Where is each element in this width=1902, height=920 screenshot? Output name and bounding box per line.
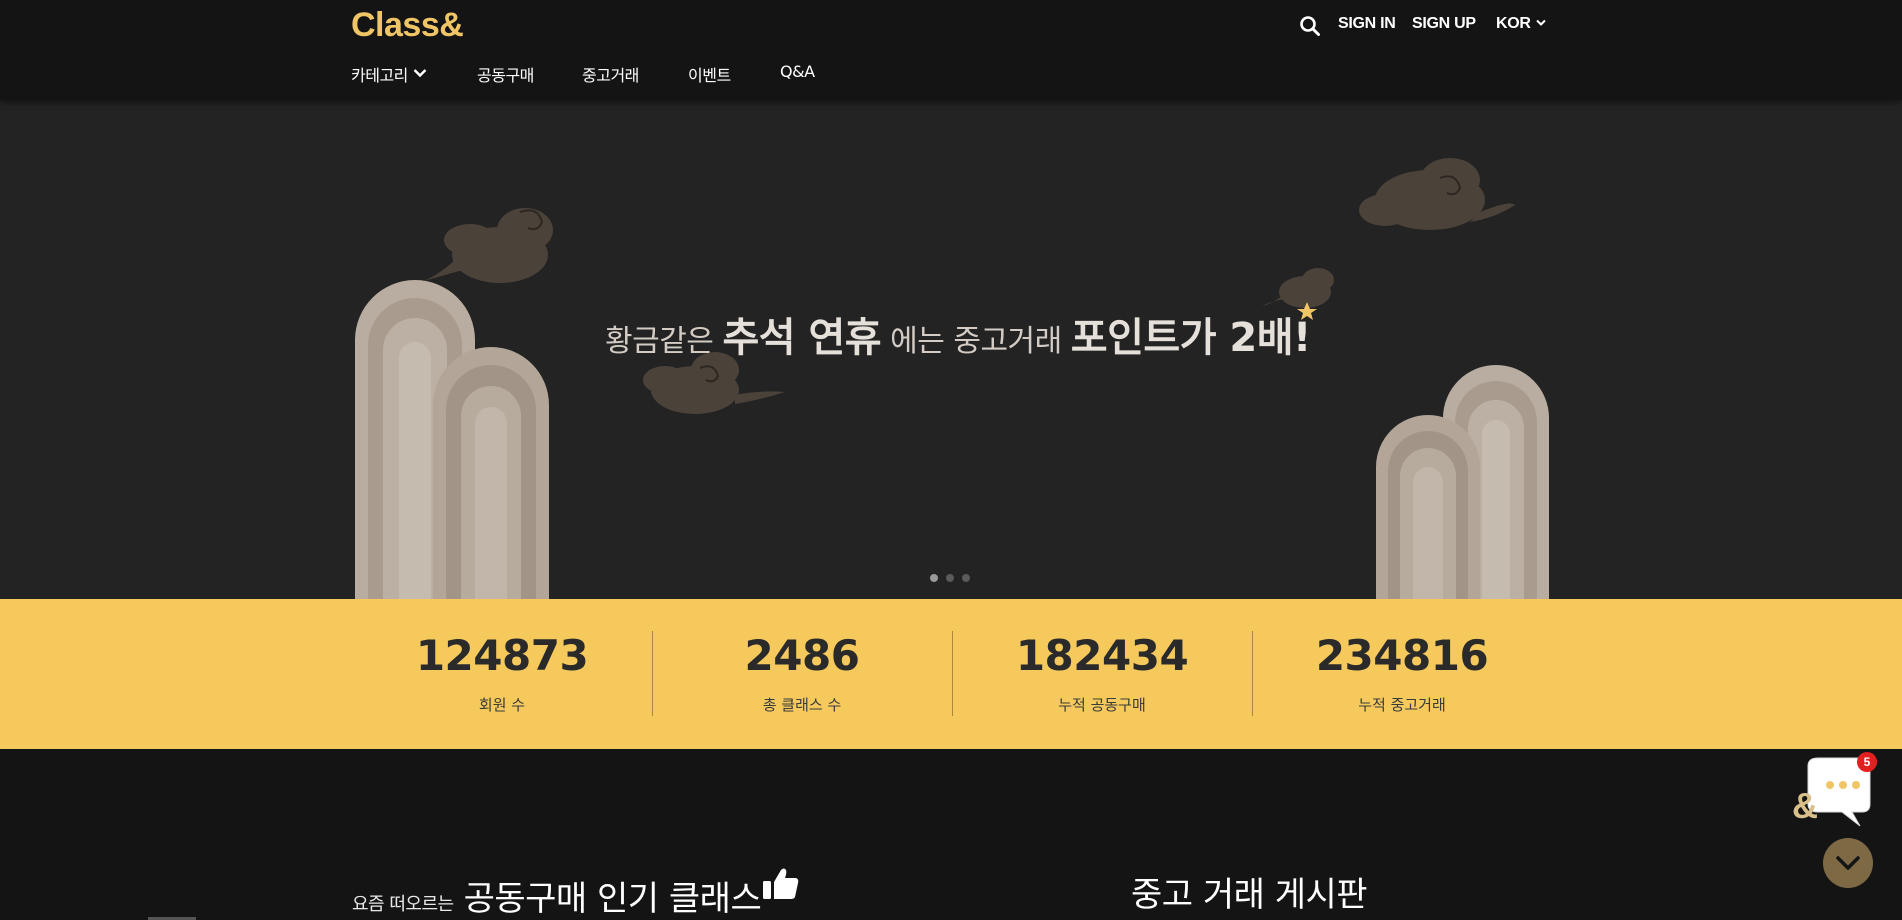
slider-dot-3[interactable] (962, 574, 970, 582)
utility-nav: SIGN IN SIGN UP KOR (0, 14, 1902, 37)
stats-band: 124873 회원 수 2486 총 클래스 수 182434 누적 공동구매 … (0, 599, 1902, 749)
site-header: Class& SIGN IN SIGN UP KOR 카테고리 공동구매 중고거… (0, 0, 1902, 100)
section-kicker: 요즘 떠오르는 (352, 894, 454, 915)
hero-banner[interactable]: 황금같은 추석 연휴 에는 중고거래 포인트가 2배! (0, 100, 1902, 599)
stat-value: 124873 (415, 631, 589, 680)
content-section: 요즘 떠오르는 공동구매 인기 클래스 중고 거래 게시판 (0, 749, 1902, 920)
chevron-down-icon[interactable] (1536, 19, 1546, 27)
nav-category[interactable]: 카테고리 (351, 62, 408, 86)
stat-label: 회원 수 (478, 696, 526, 714)
stat-used-trades: 234816 누적 중고거래 (1252, 631, 1552, 715)
stat-label: 누적 중고거래 (1358, 696, 1446, 714)
nav-group-buy[interactable]: 공동구매 (477, 62, 534, 86)
hero-headline: 황금같은 추석 연휴 에는 중고거래 포인트가 2배! (605, 305, 1311, 363)
stat-label: 총 클래스 수 (762, 696, 842, 714)
stat-value: 234816 (1315, 631, 1489, 680)
headline-bold-2: 포인트가 2배! (1070, 315, 1312, 361)
headline-part-1: 황금같은 (605, 324, 723, 359)
nav-event[interactable]: 이벤트 (688, 62, 731, 86)
sign-in-link[interactable]: SIGN IN (1338, 15, 1396, 33)
scroll-down-button[interactable] (1823, 838, 1873, 888)
nav-used-trade[interactable]: 중고거래 (582, 62, 639, 86)
stat-value: 2486 (744, 631, 860, 680)
cloud-right-small (1262, 268, 1334, 308)
headline-part-2: 에는 중고거래 (881, 324, 1071, 359)
stat-members: 124873 회원 수 (352, 631, 652, 715)
svg-text:&: & (1792, 785, 1818, 826)
headline-bold-1: 추석 연휴 (722, 315, 882, 361)
section-title: 공동구매 인기 클래스 (463, 879, 762, 919)
stat-classes: 2486 총 클래스 수 (652, 631, 952, 715)
popular-classes-heading: 요즘 떠오르는 공동구매 인기 클래스 (352, 871, 762, 920)
chat-badge: 5 (1857, 752, 1877, 772)
stat-value: 182434 (1015, 631, 1189, 680)
cloud-left-top (420, 208, 553, 283)
stat-group-buys: 182434 누적 공동구매 (952, 631, 1252, 715)
sign-up-link[interactable]: SIGN UP (1412, 15, 1476, 33)
arrow-down-icon (1836, 856, 1860, 870)
search-icon[interactable] (1299, 15, 1321, 37)
thumbs-up-icon (763, 868, 799, 899)
slider-dot-1[interactable] (930, 574, 938, 582)
arch-right-front (1376, 415, 1480, 599)
stat-label: 누적 공동구매 (1058, 696, 1146, 714)
nav-qa[interactable]: Q&A (780, 62, 815, 81)
cloud-right-top (1359, 158, 1515, 230)
slider-dot-2[interactable] (946, 574, 954, 582)
arch-left-front (433, 347, 549, 599)
language-select[interactable]: KOR (1496, 15, 1531, 33)
chevron-down-icon[interactable] (413, 68, 427, 78)
used-trade-board-heading: 중고 거래 게시판 (1131, 875, 1368, 915)
